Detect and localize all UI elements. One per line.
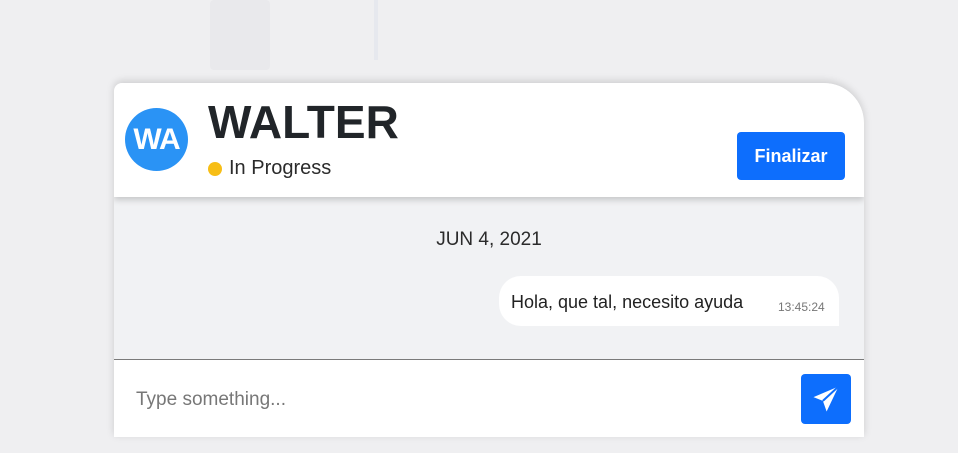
background-card [210, 0, 270, 70]
message-list: JUN 4, 2021 Hola, que tal, necesito ayud… [114, 197, 864, 359]
status-indicator: In Progress [208, 157, 331, 180]
chat-panel: WA WALTER In Progress Finalizar JUN 4, 2… [114, 83, 864, 437]
finalize-button[interactable]: Finalizar [737, 132, 845, 180]
status-dot-icon [208, 161, 222, 176]
contact-name: WALTER [208, 96, 399, 148]
paper-plane-icon [813, 385, 840, 412]
message-input[interactable] [124, 378, 798, 422]
chat-header: WA WALTER In Progress Finalizar [114, 83, 864, 197]
date-divider: JUN 4, 2021 [436, 229, 542, 250]
message-composer [114, 359, 864, 437]
status-label: In Progress [229, 157, 332, 179]
send-button[interactable] [801, 374, 851, 424]
avatar: WA [125, 108, 188, 171]
message-text: Hola, que tal, necesito ayuda [511, 292, 744, 312]
message-timestamp: 13:45:24 [778, 300, 825, 314]
message-bubble: Hola, que tal, necesito ayuda 13:45:24 [499, 276, 839, 326]
background-divider [374, 0, 378, 60]
